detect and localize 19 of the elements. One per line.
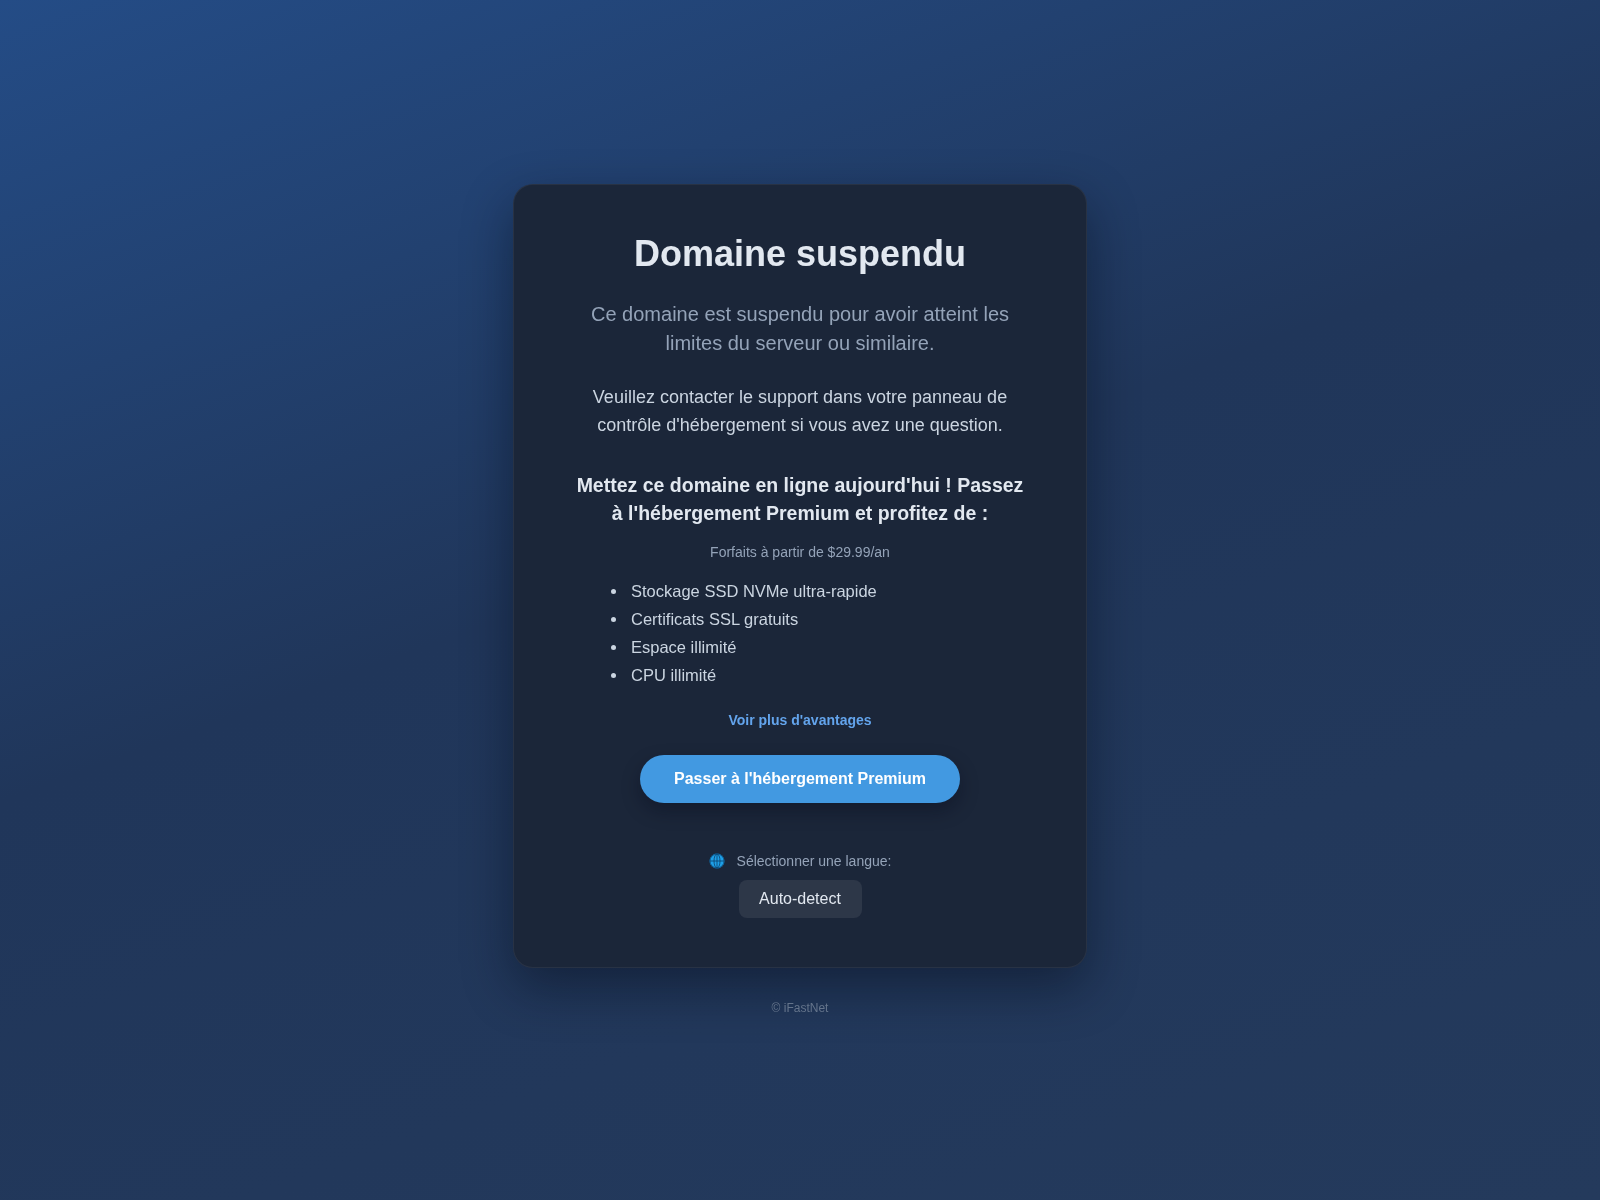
language-label: Sélectionner une langue: [736, 853, 892, 869]
feature-item: Espace illimité [631, 637, 737, 657]
bullet-icon [611, 616, 616, 622]
page-title: Domaine suspendu [633, 232, 967, 276]
support-message: Veuillez contacter le support dans votre panneau de contrôle d'hébergement si vous avez une question. [591, 386, 1009, 437]
feature-item: Stockage SSD NVMe ultra-rapide [631, 581, 877, 601]
upgrade-button[interactable]: Passer à l'hébergement Premium [640, 755, 960, 803]
more-benefits-link[interactable]: Voir plus d'avantages [728, 710, 872, 730]
bullet-icon [611, 672, 616, 678]
price-note: Forfaits à partir de $29.99/an [710, 543, 890, 562]
bullet-icon [611, 588, 616, 594]
bullet-icon [611, 644, 616, 650]
promo-heading: Mettez ce domaine en ligne aujourd'hui ! Passez à l'hébergement Premium et profitez de : [575, 473, 1025, 526]
suspension-notice: Ce domaine est suspendu pour avoir atteint les limites du serveur ou similaire. [590, 302, 1010, 356]
feature-item: CPU illimité [631, 665, 717, 685]
copyright-text: © iFastNet [771, 1000, 829, 1016]
language-select[interactable]: Auto-detect [738, 880, 862, 918]
feature-item: Certificats SSL gratuits [631, 609, 799, 629]
globe-icon [708, 853, 725, 869]
